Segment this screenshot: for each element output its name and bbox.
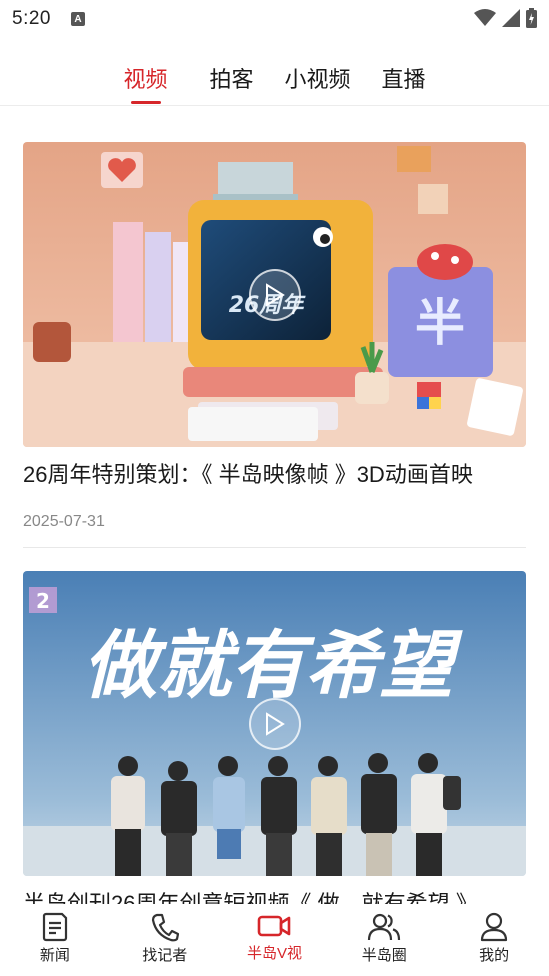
bottom-nav: 新闻 找记者 半岛V视 半岛圈 我的	[0, 904, 549, 976]
video-card[interactable]: 26周年 半 26周年特别策划：《 半岛映像帧 》3D动画首映 2025-07-…	[23, 142, 526, 548]
video-card[interactable]: 做就有希望 2 半岛创刊26周年创意短视频《 做，就有希望 》	[23, 571, 526, 920]
top-tab-bar: 视频 拍客 小视频 直播	[0, 52, 549, 106]
divider	[23, 547, 526, 548]
tab-live[interactable]: 直播	[361, 52, 447, 106]
nav-find-reporter[interactable]: 找记者	[110, 904, 220, 965]
video-thumbnail[interactable]: 做就有希望 2	[23, 571, 526, 876]
tab-video[interactable]: 视频	[103, 52, 189, 106]
tab-short-video[interactable]: 小视频	[275, 52, 361, 106]
video-feed: 26周年 半 26周年特别策划：《 半岛映像帧 》3D动画首映 2025-07-…	[23, 142, 526, 920]
nav-news[interactable]: 新闻	[0, 904, 110, 965]
battery-icon	[526, 8, 537, 28]
news-doc-icon	[42, 912, 67, 942]
nav-me[interactable]: 我的	[439, 904, 549, 965]
nav-label: 我的	[479, 947, 510, 964]
svg-text:半: 半	[415, 294, 465, 352]
tab-paike[interactable]: 拍客	[189, 52, 275, 106]
video-date: 2025-07-31	[23, 513, 105, 530]
user-icon	[480, 912, 508, 942]
status-time: 5:20	[12, 8, 51, 29]
video-camera-icon	[258, 915, 291, 937]
video-thumbnail[interactable]: 26周年 半	[23, 142, 526, 447]
nav-peninsula-video[interactable]: 半岛V视	[220, 904, 330, 963]
status-icons	[474, 8, 537, 28]
svg-text:2: 2	[36, 589, 50, 613]
nav-peninsula-circle[interactable]: 半岛圈	[329, 904, 439, 965]
people-icon	[368, 913, 401, 941]
play-button[interactable]	[248, 697, 301, 750]
video-title[interactable]: 26周年特别策划：《 半岛映像帧 》3D动画首映	[23, 459, 526, 491]
nav-label: 半岛圈	[361, 947, 407, 964]
wifi-icon	[474, 9, 496, 26]
nav-label: 找记者	[142, 947, 188, 964]
play-icon	[265, 282, 285, 307]
nav-label: 新闻	[39, 947, 70, 964]
phone-icon	[151, 913, 179, 942]
cell-signal-icon	[502, 9, 520, 27]
nav-label: 半岛V视	[246, 945, 302, 962]
play-icon	[265, 711, 285, 736]
status-bar: 5:20 A	[0, 0, 549, 38]
play-button[interactable]	[248, 268, 301, 321]
notification-icon: A	[70, 12, 85, 26]
thumb-caption: 做就有希望	[83, 623, 463, 709]
